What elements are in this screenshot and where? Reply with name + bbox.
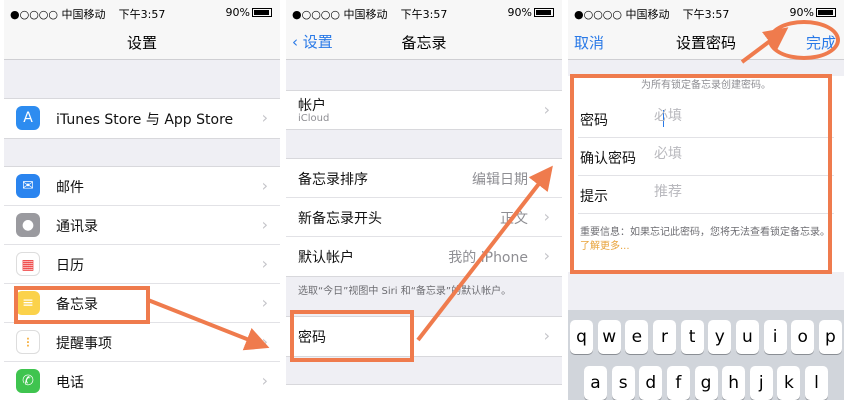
page-title: 备忘录 [401, 34, 447, 52]
key-u[interactable]: u [735, 320, 759, 354]
highlight-box-form [570, 74, 832, 274]
chevron-right-icon: › [261, 332, 268, 351]
key-i[interactable]: i [763, 320, 787, 354]
keyboard: q w e r t y u i o p a s d f g h j k l [568, 310, 844, 400]
settings-item-contacts[interactable]: ● 通讯录 › [4, 206, 280, 245]
key-o[interactable]: o [791, 320, 815, 354]
key-g[interactable]: g [694, 366, 718, 400]
key-y[interactable]: y [708, 320, 732, 354]
settings-screen: ●○○○○ 中国移动 下午3:57 90% 设置 A iTunes Store … [4, 0, 280, 400]
chevron-right-icon: › [261, 293, 268, 312]
key-w[interactable]: w [597, 320, 621, 354]
notes-navbar: ‹ 设置 备忘录 [286, 26, 562, 60]
page-title: 设置 [126, 34, 157, 52]
keyboard-row-1: q w e r t y u i o p [570, 320, 842, 354]
key-s[interactable]: s [611, 366, 635, 400]
notes-group-options: 备忘录排序 编辑日期 › 新备忘录开头 正文 › 默认帐户 我的 iPhone … [286, 158, 562, 277]
key-r[interactable]: r [652, 320, 676, 354]
battery: 90% [226, 6, 272, 19]
key-t[interactable]: t [680, 320, 704, 354]
key-p[interactable]: p [818, 320, 842, 354]
battery-icon [534, 8, 554, 17]
key-l[interactable]: l [805, 366, 828, 400]
set-password-screen: ●○○○○ 中国移动 下午3:57 90% 取消 设置密码 完成 为所有锁定备忘… [568, 0, 844, 400]
notes-item-sort[interactable]: 备忘录排序 编辑日期 › [286, 159, 562, 198]
settings-navbar: 设置 [4, 26, 280, 60]
notes-settings-screen: ●○○○○ 中国移动 下午3:57 90% ‹ 设置 备忘录 帐户 iCloud… [286, 0, 562, 400]
battery: 90% [790, 6, 836, 19]
chevron-right-icon: › [543, 246, 550, 265]
settings-item-calendar[interactable]: ▦ 日历 › [4, 245, 280, 284]
chevron-right-icon: › [543, 326, 550, 345]
chevron-right-icon: › [543, 100, 550, 119]
settings-item-itunes[interactable]: A iTunes Store 与 App Store › [4, 99, 280, 138]
settings-group-store: A iTunes Store 与 App Store › [4, 98, 280, 139]
key-k[interactable]: k [777, 366, 801, 400]
key-d[interactable]: d [639, 366, 663, 400]
chevron-right-icon: › [543, 168, 550, 187]
chevron-right-icon: › [261, 254, 268, 273]
notes-group-account: 帐户 iCloud › [286, 90, 562, 130]
chevron-right-icon: › [261, 371, 268, 390]
highlight-box-notes [14, 286, 150, 324]
battery-icon [816, 8, 836, 17]
key-e[interactable]: e [625, 320, 649, 354]
notes-item-default-account[interactable]: 默认帐户 我的 iPhone › [286, 237, 562, 276]
key-a[interactable]: a [584, 366, 607, 400]
notes-item-account[interactable]: 帐户 iCloud › [286, 91, 562, 129]
highlight-circle-done [768, 20, 840, 60]
chevron-right-icon: › [261, 176, 268, 195]
battery-icon [252, 8, 272, 17]
settings-item-mail[interactable]: ✉ 邮件 › [4, 167, 280, 206]
settings-item-reminders[interactable]: ⁝ 提醒事项 › [4, 323, 280, 362]
status-bar: ●○○○○ 中国移动 下午3:57 90% [4, 0, 280, 26]
app-store-icon: A [16, 106, 40, 130]
key-j[interactable]: j [749, 366, 773, 400]
key-h[interactable]: h [722, 366, 746, 400]
calendar-icon: ▦ [16, 252, 40, 276]
chevron-right-icon: › [543, 207, 550, 226]
highlight-box-password [290, 310, 414, 362]
notes-item-new-start[interactable]: 新备忘录开头 正文 › [286, 198, 562, 237]
settings-group-apps: ✉ 邮件 › ● 通讯录 › ▦ 日历 › ≡ 备忘录 › ⁝ 提醒事项 › ✆… [4, 166, 280, 400]
reminders-icon: ⁝ [16, 330, 40, 354]
default-account-note: 选取“今日”视图中 Siri 和“备忘录”的默认帐户。 [298, 286, 512, 297]
phone-icon: ✆ [16, 369, 40, 393]
chevron-right-icon: › [261, 215, 268, 234]
key-f[interactable]: f [666, 366, 690, 400]
status-bar: ●○○○○ 中国移动 下午3:57 90% [286, 0, 562, 26]
contacts-icon: ● [16, 213, 40, 237]
notes-group-more [286, 384, 562, 400]
keyboard-row-2: a s d f g h j k l [584, 366, 828, 400]
key-q[interactable]: q [570, 320, 593, 354]
chevron-right-icon: › [261, 108, 268, 127]
battery: 90% [508, 6, 554, 19]
settings-item-phone[interactable]: ✆ 电话 › [4, 362, 280, 400]
mail-icon: ✉ [16, 174, 40, 198]
